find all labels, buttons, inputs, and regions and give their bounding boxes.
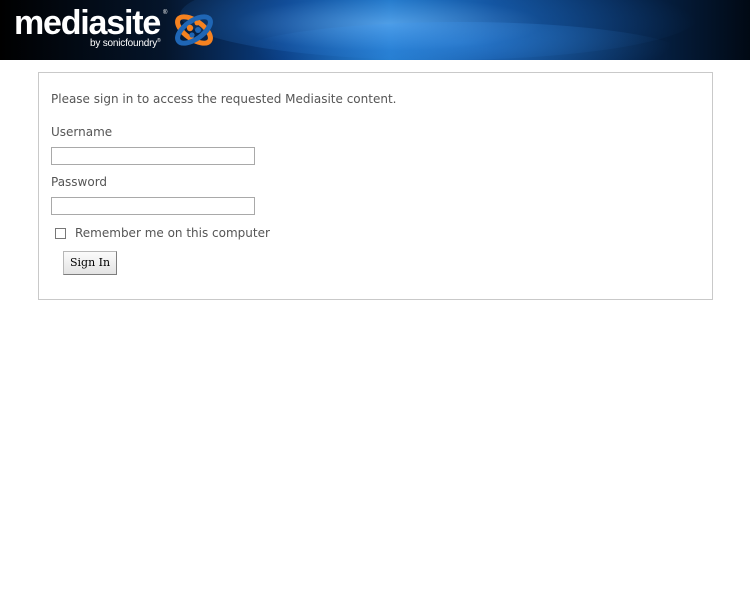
sign-in-panel: Please sign in to access the requested M… <box>38 72 713 300</box>
logo-trademark: ® <box>163 10 168 16</box>
header-banner: mediasite ® by sonicfoundry® <box>0 0 750 60</box>
remember-me-checkbox[interactable] <box>55 228 66 239</box>
logo-wordmark: mediasite <box>14 4 161 42</box>
logo-subtitle: by sonicfoundry® <box>90 38 161 49</box>
sign-in-button[interactable]: Sign In <box>63 251 118 275</box>
username-label: Username <box>51 125 113 139</box>
password-label: Password <box>51 175 108 189</box>
remember-me-label[interactable]: Remember me on this computer <box>75 226 270 240</box>
mediasite-logo-icon <box>175 14 213 46</box>
password-input[interactable] <box>51 197 255 215</box>
username-input[interactable] <box>51 147 255 165</box>
sign-in-instructions: Please sign in to access the requested M… <box>51 92 397 106</box>
